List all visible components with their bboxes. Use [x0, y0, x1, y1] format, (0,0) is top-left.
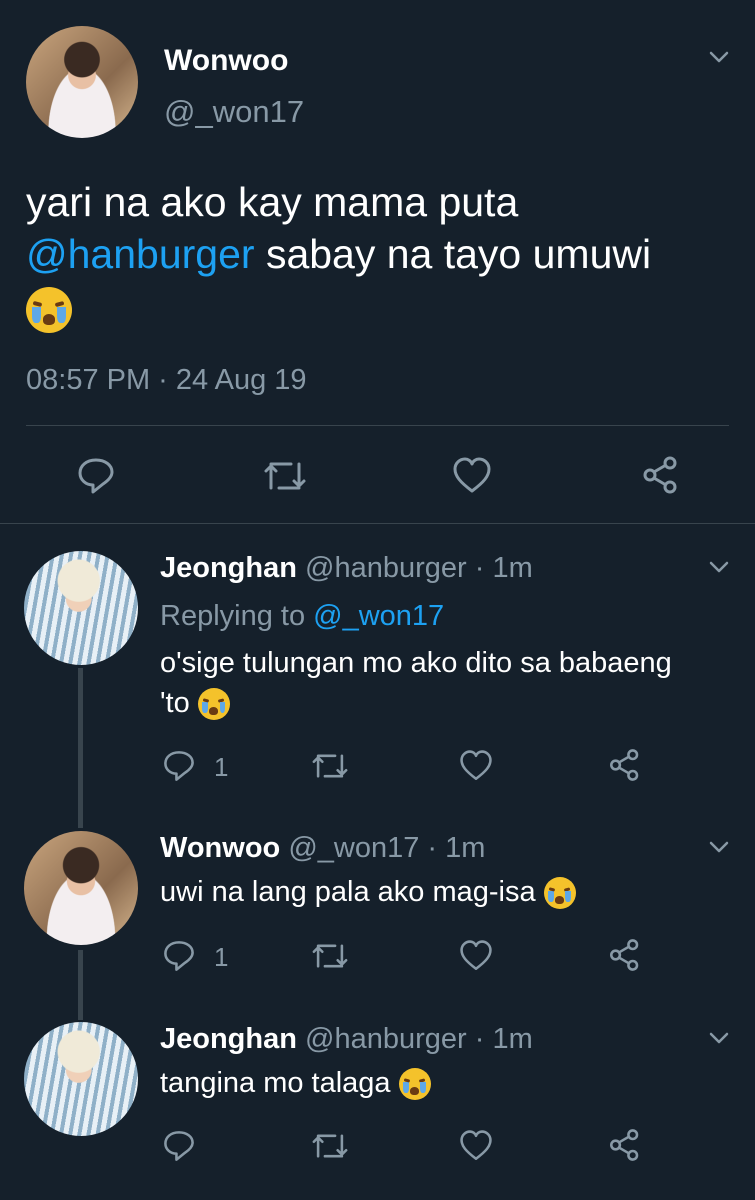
- author-handle[interactable]: @_won17: [288, 832, 419, 864]
- like-icon[interactable]: [452, 456, 492, 496]
- reply-count: 1: [214, 752, 229, 782]
- divider: [0, 523, 755, 524]
- avatar-jeonghan[interactable]: [24, 1022, 138, 1136]
- crying-face-emoji: [197, 688, 230, 721]
- author-name[interactable]: Jeonghan: [160, 552, 297, 584]
- share-icon[interactable]: [607, 937, 643, 973]
- reply-icon[interactable]: [162, 749, 196, 783]
- tweet-text-line2-rest: sabay na tayo umuwi: [254, 231, 652, 277]
- crying-face-emoji: [26, 287, 72, 334]
- like-icon[interactable]: [459, 939, 493, 973]
- mention-link[interactable]: @hanburger: [26, 231, 255, 277]
- reply-text: o'sige tulungan mo ako dito sa babaeng '…: [160, 643, 740, 723]
- chevron-down-icon[interactable]: [708, 836, 730, 858]
- chevron-down-icon[interactable]: [708, 556, 730, 578]
- crying-face-emoji: [543, 877, 576, 910]
- author-handle[interactable]: @_won17: [164, 94, 304, 130]
- tweet-text-line3: [26, 280, 736, 334]
- share-icon[interactable]: [607, 1127, 643, 1163]
- reply-text-line2: 'to: [160, 683, 740, 723]
- reply-text-line1: o'sige tulungan mo ako dito sa babaeng: [160, 647, 672, 679]
- tweet-text: yari na ako kay mama puta @hanburger sab…: [26, 176, 736, 334]
- reply-text-line2-content: 'to: [160, 687, 190, 719]
- divider: [26, 425, 729, 426]
- author-name[interactable]: Wonwoo: [160, 832, 280, 864]
- reply-header: Wonwoo @_won17 · 1m: [160, 832, 485, 865]
- share-icon[interactable]: [607, 747, 643, 783]
- avatar-jeonghan[interactable]: [24, 551, 138, 665]
- chevron-down-icon[interactable]: [708, 46, 730, 68]
- author-handle[interactable]: @hanburger: [305, 552, 467, 584]
- reply-count: 1: [214, 942, 229, 972]
- tweet-text-line1: yari na ako kay mama puta: [26, 179, 519, 225]
- author-name[interactable]: Jeonghan: [160, 1023, 297, 1055]
- retweet-icon[interactable]: [310, 749, 350, 783]
- reply-text: uwi na lang pala ako mag-isa: [160, 872, 576, 912]
- like-icon[interactable]: [459, 1129, 493, 1163]
- chevron-down-icon[interactable]: [708, 1027, 730, 1049]
- thread-line: [78, 668, 83, 828]
- retweet-icon[interactable]: [262, 456, 308, 496]
- thread-line: [78, 950, 83, 1020]
- reply-text: tangina mo talaga: [160, 1063, 431, 1103]
- reply-time[interactable]: · 1m: [467, 1023, 533, 1055]
- reply-time[interactable]: · 1m: [467, 552, 533, 584]
- replying-to: Replying to @_won17: [160, 596, 444, 636]
- tweet-text-line2: @hanburger sabay na tayo umuwi: [26, 228, 736, 280]
- tweet-timestamp[interactable]: 08:57 PM · 24 Aug 19: [26, 364, 307, 397]
- retweet-icon[interactable]: [310, 1129, 350, 1163]
- avatar-wonwoo[interactable]: [26, 26, 138, 138]
- like-icon[interactable]: [459, 749, 493, 783]
- author-name[interactable]: Wonwoo: [164, 44, 288, 78]
- reply-text-content: tangina mo talaga: [160, 1067, 391, 1099]
- reply-icon[interactable]: [162, 939, 196, 973]
- reply-time[interactable]: · 1m: [419, 832, 485, 864]
- share-icon[interactable]: [640, 454, 682, 496]
- reply-icon[interactable]: [76, 456, 116, 496]
- reply-header: Jeonghan @hanburger · 1m: [160, 552, 533, 585]
- crying-face-emoji: [398, 1068, 431, 1101]
- avatar-wonwoo[interactable]: [24, 831, 138, 945]
- replying-label: Replying to: [160, 600, 314, 632]
- replying-handle[interactable]: @_won17: [313, 600, 444, 632]
- retweet-icon[interactable]: [310, 939, 350, 973]
- reply-icon[interactable]: [162, 1129, 196, 1163]
- reply-text-content: uwi na lang pala ako mag-isa: [160, 876, 536, 908]
- reply-header: Jeonghan @hanburger · 1m: [160, 1023, 533, 1056]
- author-handle[interactable]: @hanburger: [305, 1023, 467, 1055]
